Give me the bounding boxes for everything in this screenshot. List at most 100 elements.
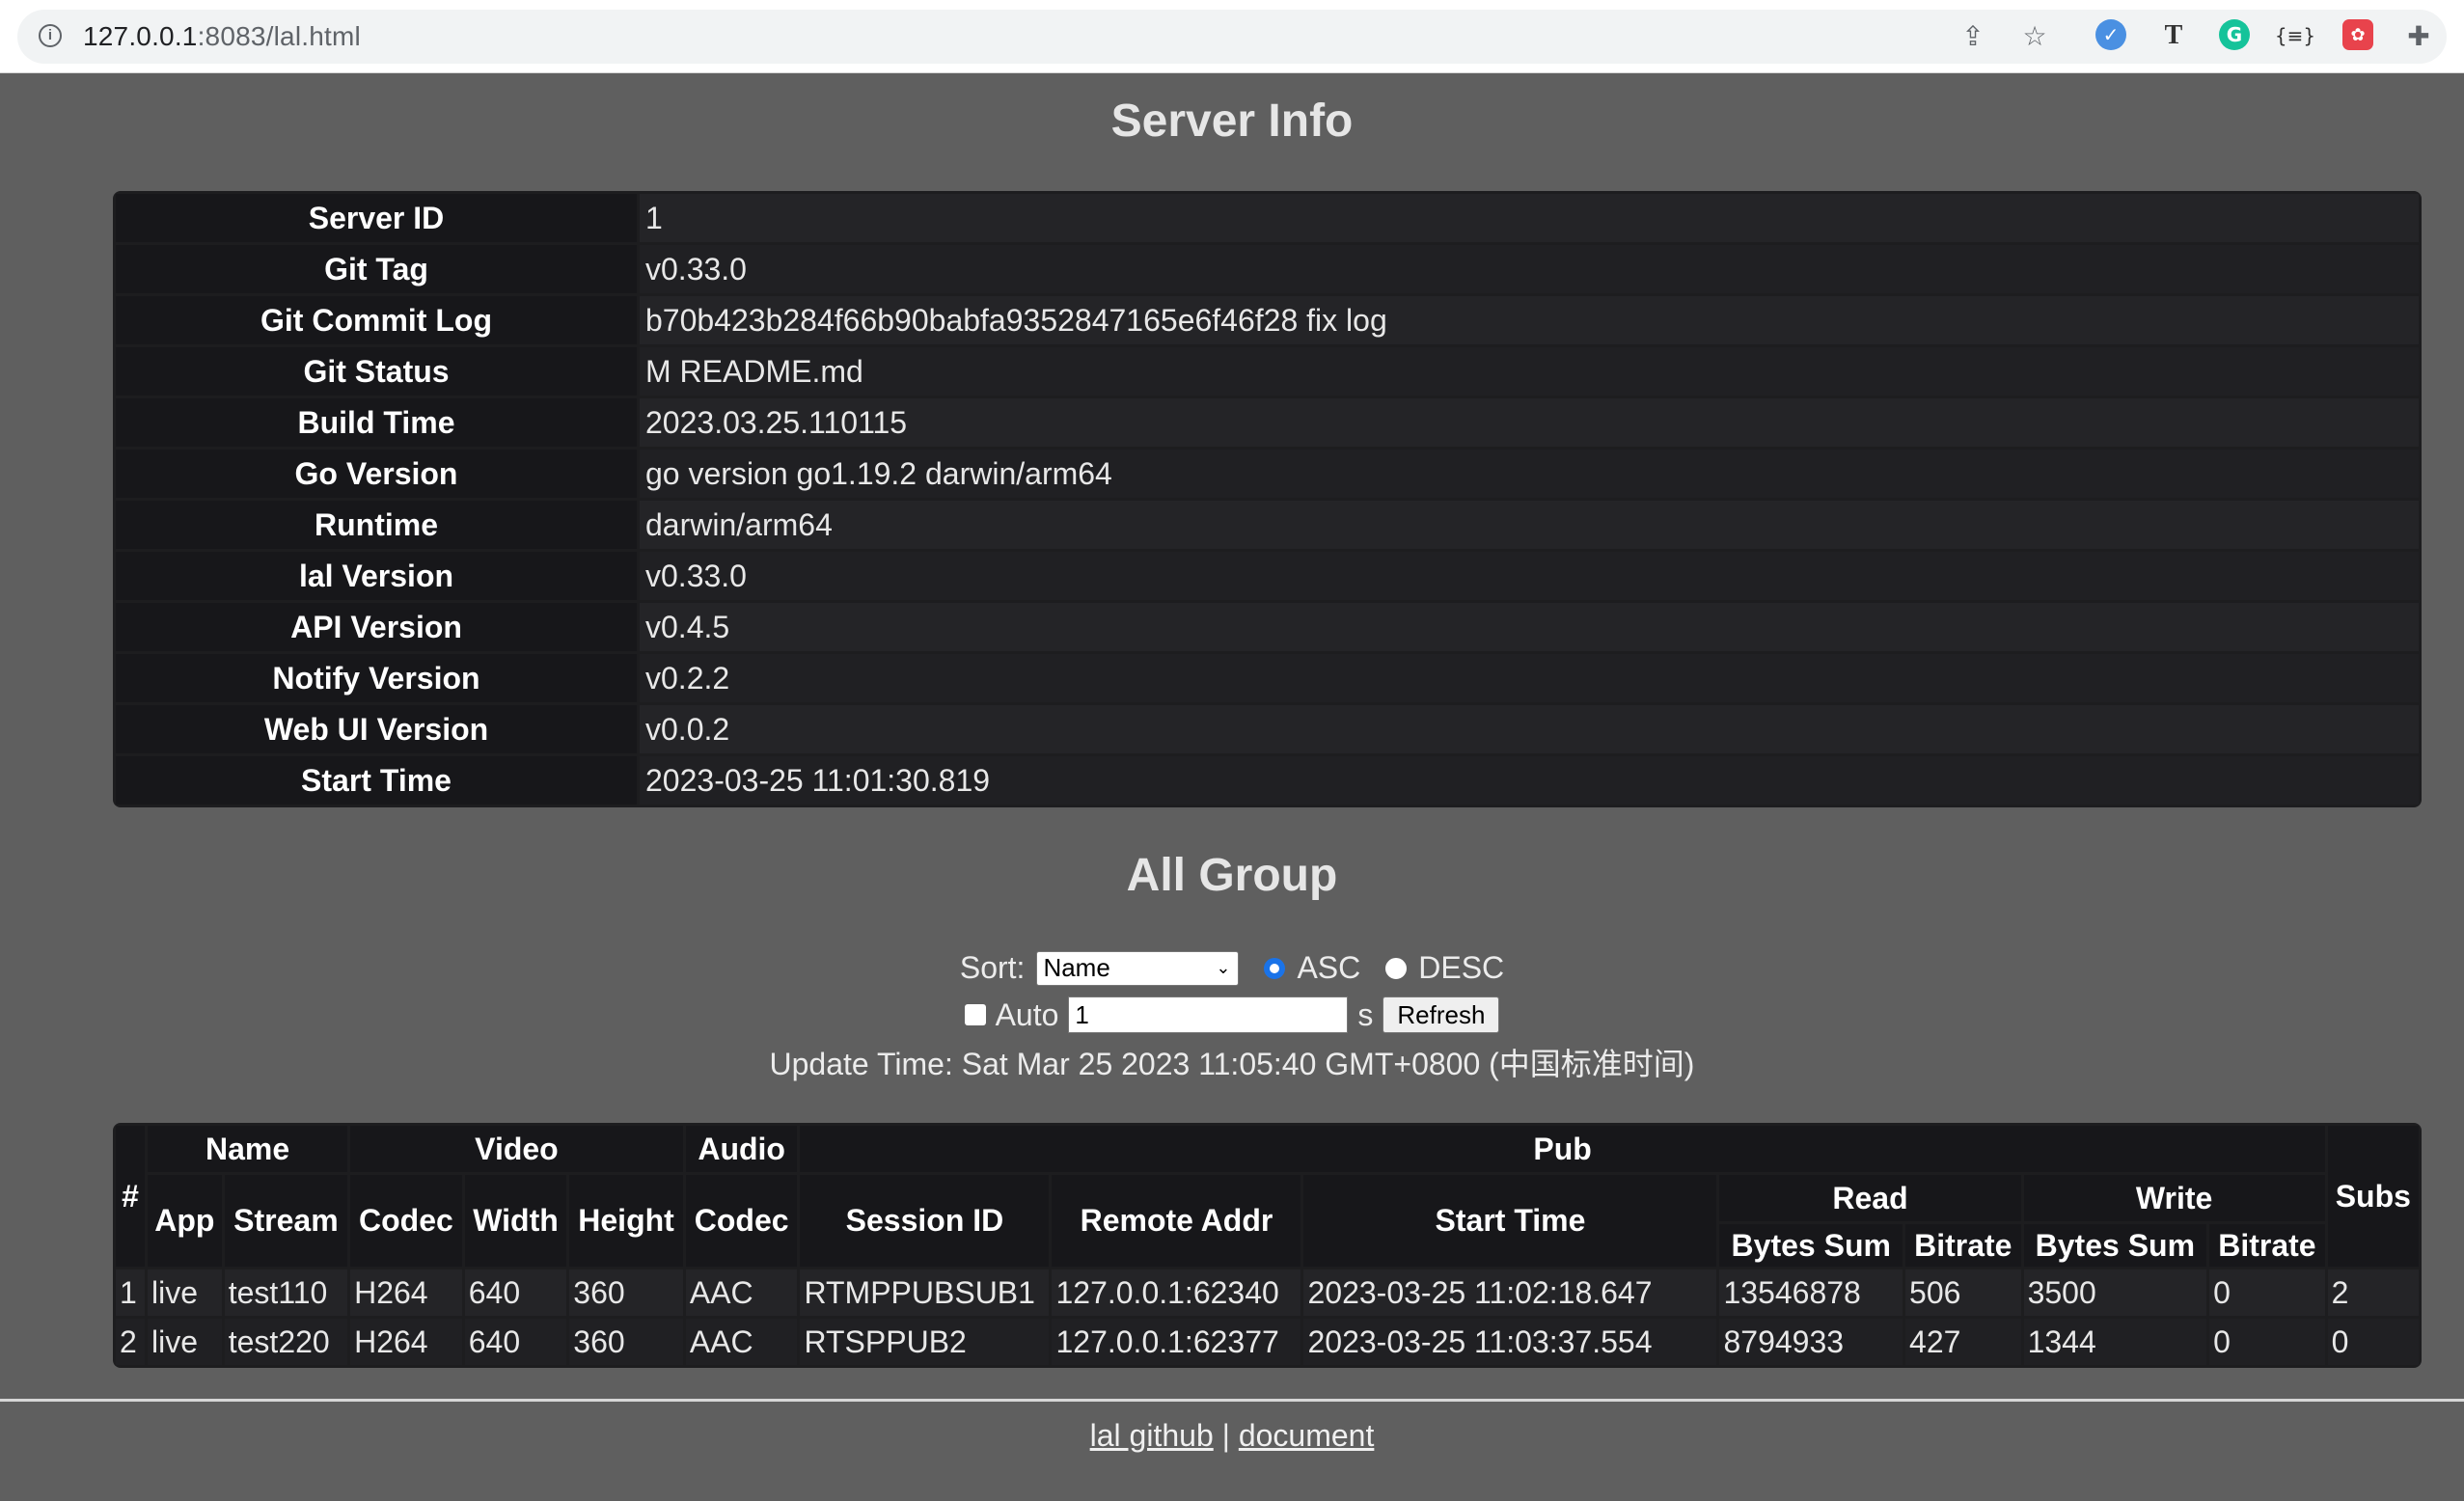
auto-interval-input[interactable]: 1 (1068, 996, 1349, 1033)
info-key: Runtime (116, 501, 637, 549)
server-info-panel: Server ID 1 Git Tag v0.33.0 Git Commit Log b7… (113, 191, 2422, 807)
table-row: 2 live test220 H264 640 360 AAC RTSPPUB2 127.0.0… (116, 1319, 2419, 1365)
info-key: Git Tag (116, 245, 637, 293)
info-row: Start Time 2023-03-25 11:01:30.819 (116, 756, 2419, 805)
site-info-icon[interactable]: i (39, 24, 62, 47)
extension-red-icon[interactable]: ✿ (2342, 19, 2373, 50)
cell-acodec: AAC (685, 1319, 798, 1365)
info-row: Go Version go version go1.19.2 darwin/arm… (116, 450, 2419, 498)
cell-acodec: AAC (685, 1269, 798, 1316)
info-row: Web UI Version v0.0.2 (116, 705, 2419, 753)
col-width: Width (464, 1175, 567, 1267)
browser-toolbar: i 127.0.0.1:8083/lal.html ⇪ ☆ ✓ T G {≡} … (0, 0, 2464, 73)
info-value: 2023.03.25.110115 (640, 398, 2419, 447)
info-value: v0.4.5 (640, 603, 2419, 651)
info-row: Git Commit Log b70b423b284f66b90babfa9352… (116, 296, 2419, 344)
info-value: v0.33.0 (640, 552, 2419, 600)
cell-rbytes: 13546878 (1719, 1269, 1903, 1316)
cell-height: 360 (569, 1319, 683, 1365)
cell-app: live (148, 1269, 222, 1316)
cell-wbytes: 3500 (2023, 1269, 2207, 1316)
cell-rbytes: 8794933 (1719, 1319, 1903, 1365)
extension-json-icon[interactable]: {≡} (2275, 19, 2315, 52)
cell-height: 360 (569, 1269, 683, 1316)
cell-app: live (148, 1319, 222, 1365)
col-hash: # (116, 1126, 145, 1267)
server-info-title: Server Info (1110, 96, 1354, 147)
col-session-id: Session ID (800, 1175, 1050, 1267)
col-read-bitrate: Bitrate (1905, 1224, 2021, 1267)
extension-grammarly-icon[interactable]: G (2219, 19, 2250, 50)
extension-blue-icon[interactable]: ✓ (2095, 19, 2126, 50)
asc-label: ASC (1297, 950, 1361, 985)
sort-select-value: Name (1043, 953, 1110, 982)
col-stream: Stream (224, 1175, 348, 1267)
cell-subs: 0 (2327, 1319, 2419, 1365)
cell-remote: 127.0.0.1:62340 (1052, 1269, 1301, 1316)
all-group-title: All Group (1126, 850, 1338, 901)
cell-wbytes: 1344 (2023, 1319, 2207, 1365)
address-bar[interactable]: i 127.0.0.1:8083/lal.html (17, 10, 2447, 64)
lal-github-link[interactable]: lal github (1090, 1418, 1214, 1453)
info-value: 1 (640, 194, 2419, 242)
auto-label: Auto (995, 996, 1059, 1032)
desc-label: DESC (1418, 950, 1505, 985)
url-text[interactable]: 127.0.0.1:8083/lal.html (83, 21, 361, 52)
server-info-table: Server ID 1 Git Tag v0.33.0 Git Commit Log b7… (113, 191, 2422, 807)
cell-wbitrate: 0 (2209, 1269, 2325, 1316)
info-row: Git Status M README.md (116, 347, 2419, 396)
cell-session: RTSPPUB2 (800, 1319, 1050, 1365)
cell-vcodec: H264 (350, 1319, 462, 1365)
info-key: lal Version (116, 552, 637, 600)
col-start-time: Start Time (1303, 1175, 1717, 1267)
col-app: App (148, 1175, 222, 1267)
info-key: Build Time (116, 398, 637, 447)
asc-radio[interactable] (1264, 957, 1286, 979)
col-write: Write (2023, 1175, 2325, 1221)
info-value: 2023-03-25 11:01:30.819 (640, 756, 2419, 805)
col-write-bytes: Bytes Sum (2023, 1224, 2207, 1267)
cell-remote: 127.0.0.1:62377 (1052, 1319, 1301, 1365)
sort-label: Sort: (959, 950, 1026, 985)
col-pub: Pub (800, 1126, 2325, 1172)
col-name: Name (148, 1126, 348, 1172)
extension-text-icon[interactable]: T (2157, 19, 2190, 52)
info-value: go version go1.19.2 darwin/arm64 (640, 450, 2419, 498)
table-row: 1 live test110 H264 640 360 AAC RTMPPUBSUB1 127.… (116, 1269, 2419, 1316)
cell-subs: 2 (2327, 1269, 2419, 1316)
sort-select[interactable]: Name ⌄ (1036, 950, 1240, 986)
update-time: Update Time: Sat Mar 25 2023 11:05:40 GM… (769, 1047, 1695, 1081)
desc-radio[interactable] (1385, 957, 1408, 979)
info-value: darwin/arm64 (640, 501, 2419, 549)
cell-start: 2023-03-25 11:02:18.647 (1303, 1269, 1717, 1316)
col-audio-codec: Codec (685, 1175, 798, 1267)
footer-separator: | (1221, 1418, 1230, 1453)
cell-width: 640 (464, 1319, 567, 1365)
extensions-puzzle-icon[interactable]: ✚ (2402, 19, 2435, 52)
info-row: Notify Version v0.2.2 (116, 654, 2419, 702)
info-value: v0.33.0 (640, 245, 2419, 293)
cell-start: 2023-03-25 11:03:37.554 (1303, 1319, 1717, 1365)
cell-stream: test220 (224, 1319, 348, 1365)
col-video-codec: Codec (350, 1175, 462, 1267)
info-row: lal Version v0.33.0 (116, 552, 2419, 600)
info-key: Web UI Version (116, 705, 637, 753)
sort-controls: Sort: Name ⌄ ASC DESC (0, 950, 2464, 986)
auto-checkbox[interactable] (964, 1004, 986, 1025)
info-value: v0.2.2 (640, 654, 2419, 702)
cell-rbitrate: 427 (1905, 1319, 2021, 1365)
info-row: API Version v0.4.5 (116, 603, 2419, 651)
info-value: b70b423b284f66b90babfa9352847165e6f46f28… (640, 296, 2419, 344)
bookmark-star-icon[interactable]: ☆ (2018, 19, 2051, 52)
info-row: Build Time 2023.03.25.110115 (116, 398, 2419, 447)
col-height: Height (569, 1175, 683, 1267)
refresh-button[interactable]: Refresh (1383, 996, 1500, 1033)
info-row: Git Tag v0.33.0 (116, 245, 2419, 293)
share-icon[interactable]: ⇪ (1957, 19, 1989, 52)
cell-rbitrate: 506 (1905, 1269, 2021, 1316)
info-key: API Version (116, 603, 637, 651)
document-link[interactable]: document (1239, 1418, 1375, 1453)
col-remote-addr: Remote Addr (1052, 1175, 1301, 1267)
cell-vcodec: H264 (350, 1269, 462, 1316)
info-key: Git Status (116, 347, 637, 396)
